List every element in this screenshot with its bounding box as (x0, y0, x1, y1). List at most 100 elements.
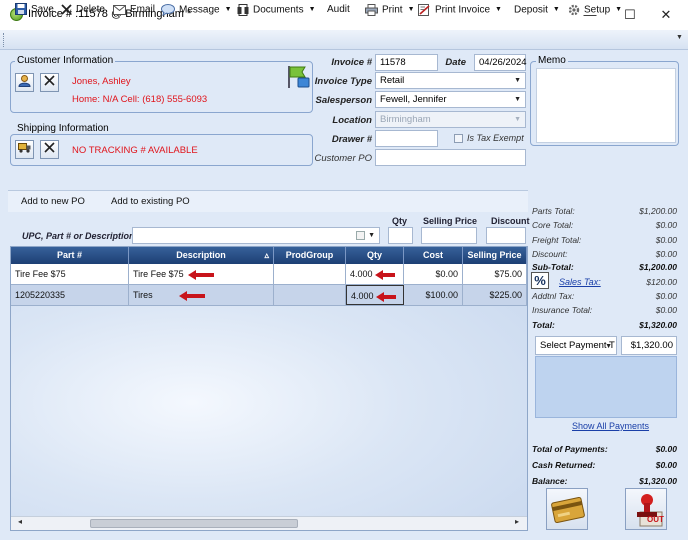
message-button[interactable]: Message ▼ (161, 3, 232, 17)
print-label: Print (382, 4, 403, 16)
selling-price-entry-label: Selling Price (423, 216, 478, 226)
setup-dropdown-icon: ▼ (615, 6, 623, 13)
col-selling-price[interactable]: Selling Price (463, 247, 527, 264)
total-payments-value: $0.00 (655, 444, 677, 454)
discount-entry-field[interactable] (486, 227, 526, 244)
toolbar (0, 30, 688, 50)
discount-label: Discount: (532, 249, 568, 259)
message-label: Message (179, 4, 220, 16)
selling-price-entry-field[interactable] (421, 227, 477, 244)
core-total-label: Core Total: (532, 220, 574, 230)
red-arrow-icon (374, 269, 395, 280)
total-value: $1,320.00 (639, 320, 677, 330)
checkout-stamp-text: OUT (647, 515, 664, 524)
x-icon (44, 75, 55, 86)
clear-customer-button[interactable] (40, 73, 59, 92)
drawer-field[interactable] (375, 130, 438, 147)
show-all-payments-link[interactable]: Show All Payments (572, 421, 649, 431)
customer-po-label: Customer PO (314, 153, 372, 164)
memo-textarea[interactable] (536, 68, 676, 143)
col-description[interactable]: Description ▵ (129, 247, 274, 264)
invoice-number-field[interactable]: 11578 (375, 54, 438, 71)
freight-total-label: Freight Total: (532, 235, 582, 245)
scroll-left-icon[interactable]: ◂ (18, 517, 22, 526)
shipping-lookup-button[interactable] (15, 140, 34, 159)
row1-description: Tire Fee $75 (133, 269, 184, 279)
upc-search-field[interactable]: ▼ (132, 227, 380, 244)
customer-name[interactable]: Jones, Ashley (72, 76, 131, 87)
customer-flag-button[interactable] (285, 64, 311, 93)
parts-total-label: Parts Total: (532, 206, 575, 216)
col-cost[interactable]: Cost (404, 247, 463, 264)
tax-exempt-checkbox[interactable] (454, 134, 463, 143)
payment-type-select[interactable]: Select Payment T ▼ (535, 336, 617, 355)
customer-lookup-button[interactable] (15, 73, 34, 92)
freight-total-value: $0.00 (655, 235, 677, 245)
balance-value: $1,320.00 (639, 476, 677, 486)
drawer-label: Drawer # (331, 134, 372, 145)
qty-entry-field[interactable] (388, 227, 413, 244)
invoice-number-label: Invoice # (331, 57, 372, 68)
row1-part: Tire Fee $75 (11, 264, 129, 284)
row2-qty-cell[interactable]: 4.000 (346, 285, 404, 305)
setup-button[interactable]: Setup ▼ (568, 3, 622, 17)
upc-label: UPC, Part # or Description (22, 231, 135, 241)
credit-card-button[interactable] (546, 488, 588, 530)
clear-shipping-button[interactable] (40, 140, 59, 159)
sales-tax-link[interactable]: Sales Tax: (559, 277, 601, 287)
add-to-new-po-button[interactable]: Add to new PO (21, 196, 85, 207)
location-label: Location (332, 115, 372, 126)
floppy-icon (15, 3, 27, 16)
chevron-down-icon: ▼ (605, 343, 612, 350)
customer-po-field[interactable] (375, 149, 526, 166)
scroll-right-icon[interactable]: ▸ (515, 517, 519, 526)
save-button[interactable]: Save (15, 3, 54, 17)
row2-qty: 4.000 (351, 291, 374, 301)
row2-description-cell: Tires (129, 285, 274, 305)
row2-description: Tires (133, 290, 153, 300)
insurance-total-label: Insurance Total: (532, 305, 593, 315)
documents-button[interactable]: Documents ▼ (237, 3, 316, 17)
tracking-status: NO TRACKING # AVAILABLE (72, 145, 198, 156)
salesperson-select[interactable]: Fewell, Jennifer ▼ (375, 91, 526, 108)
payment-amount-field[interactable]: $1,320.00 (621, 336, 677, 355)
documents-label: Documents (253, 4, 304, 16)
email-button[interactable]: Email (113, 3, 155, 17)
subtotal-value: $1,200.00 (639, 262, 677, 272)
row1-prodgroup (274, 264, 346, 284)
salesperson-value: Fewell, Jennifer (380, 94, 447, 105)
speech-bubble-icon (161, 4, 175, 16)
scrollbar-thumb[interactable] (90, 519, 298, 528)
print-invoice-dropdown-icon: ▼ (495, 6, 502, 13)
chevron-down-icon[interactable]: ▼ (368, 228, 375, 243)
core-total-value: $0.00 (655, 220, 677, 230)
date-field[interactable]: 04/26/2024 (474, 54, 527, 71)
close-button[interactable]: ✕ (646, 4, 686, 26)
upc-table-icon[interactable] (356, 231, 365, 240)
row2-price: $225.00 (463, 285, 527, 305)
print-button[interactable]: Print ▼ (365, 3, 415, 17)
col-description-label: Description (176, 250, 226, 260)
shipping-info-label: Shipping Information (15, 123, 111, 134)
po-action-bar (8, 190, 528, 212)
col-part-number[interactable]: Part # (11, 247, 129, 264)
invoice-type-select[interactable]: Retail ▼ (375, 72, 526, 89)
row2-part: 1205220335 (11, 285, 129, 305)
row1-qty-cell: 4.000 (346, 264, 404, 284)
col-qty[interactable]: Qty (346, 247, 404, 264)
salesperson-label: Salesperson (315, 95, 373, 106)
print-dropdown-icon: ▼ (407, 6, 415, 13)
toolbar-overflow-icon[interactable]: ▼ (676, 34, 683, 41)
payments-list[interactable] (535, 356, 677, 418)
deposit-button[interactable]: Deposit ▼ (514, 3, 560, 17)
print-invoice-button[interactable]: Print Invoice ▼ (418, 3, 502, 17)
cash-returned-value: $0.00 (655, 460, 677, 470)
add-to-existing-po-button[interactable]: Add to existing PO (111, 196, 190, 207)
addtl-tax-label: Addtnl Tax: (532, 291, 575, 301)
checkout-button[interactable]: OUT (625, 488, 667, 530)
row2-prodgroup (274, 285, 346, 305)
col-prodgroup[interactable]: ProdGroup (274, 247, 346, 264)
audit-button[interactable]: Audit (327, 3, 350, 17)
delete-button[interactable]: Delete (61, 3, 105, 17)
percent-icon[interactable]: % (531, 272, 549, 289)
